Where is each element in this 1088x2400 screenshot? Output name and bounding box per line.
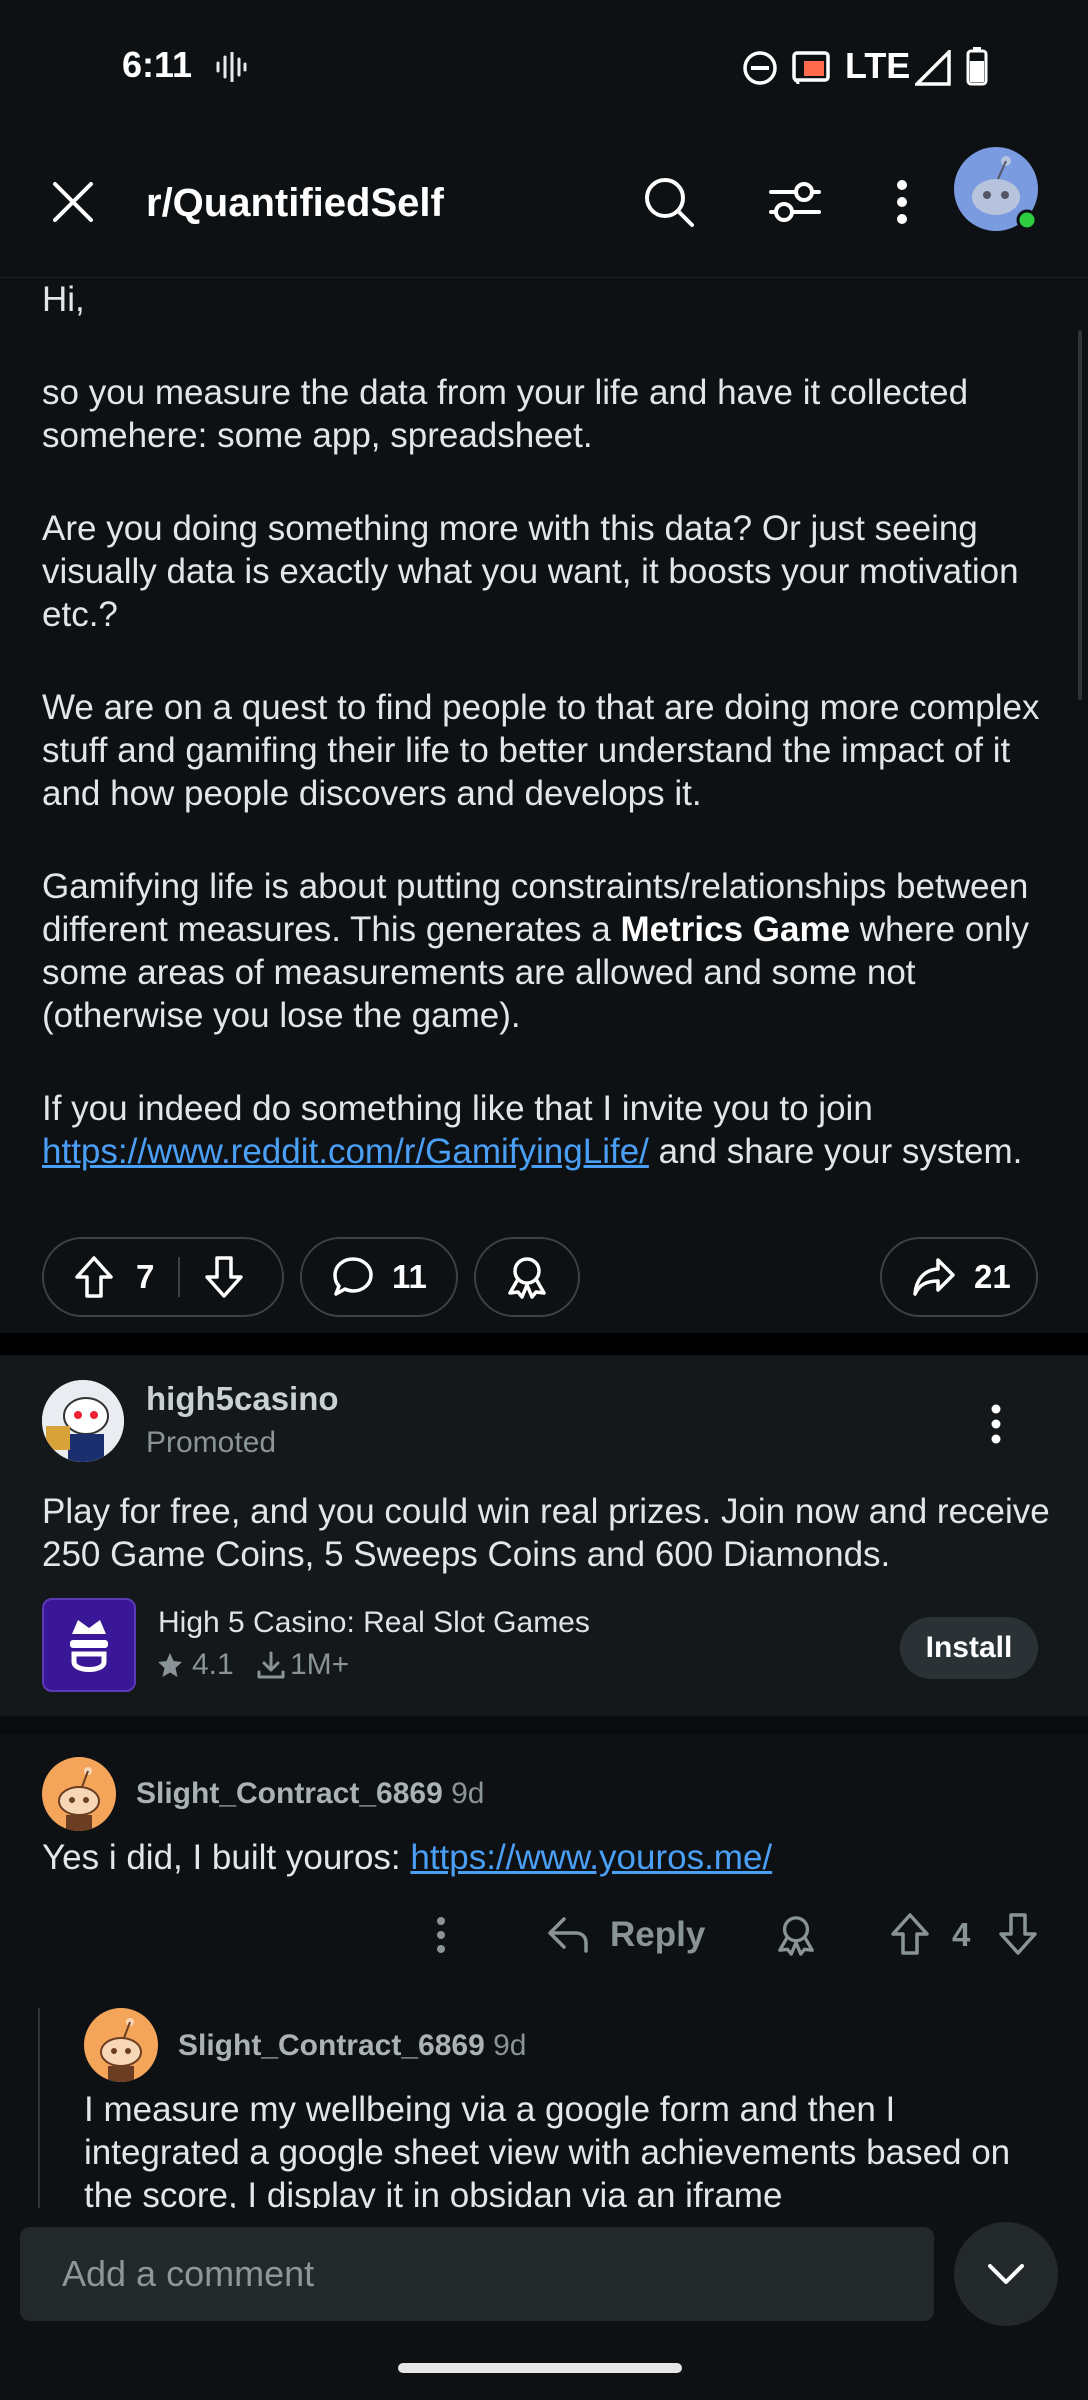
casino-crown-icon [70,1620,108,1672]
text-span: Yes i did, I built youros: [42,1838,411,1877]
download-icon [257,1651,285,1679]
reply-arrow-icon [548,1917,588,1953]
cast-icon [792,51,830,85]
overflow-menu-button[interactable] [880,169,924,235]
share-button[interactable]: 21 [880,1237,1038,1317]
username-text[interactable]: Slight_Contract_6869 [178,2029,485,2062]
battery-icon [966,47,988,86]
ad-overflow-button[interactable] [978,1394,1014,1454]
award-button[interactable] [474,1237,580,1317]
close-button[interactable] [40,169,106,235]
app-downloads: 1M+ [290,1648,350,1681]
post-paragraph: Gamifying life is about putting constrai… [42,865,1052,1037]
username-text[interactable]: Slight_Contract_6869 [136,1777,443,1810]
filter-icon [769,182,821,222]
add-comment-input[interactable]: Add a comment [20,2227,934,2321]
comment-text: I measure my wellbeing via a google form… [84,2090,1011,2210]
text-span: If you indeed do something like that I i… [42,1089,873,1128]
share-icon [913,1258,955,1296]
chevron-down-icon [988,2264,1024,2284]
award-icon [778,1916,814,1956]
comment-bubble-icon [333,1257,373,1296]
comment-upvote-icon[interactable] [890,1912,930,1956]
reply-button[interactable]: Reply [546,1910,705,1960]
section-divider [0,1333,1088,1355]
user-avatar[interactable] [954,147,1038,231]
comment-username[interactable]: Slight_Contract_6869 9d [136,1777,485,1811]
snoo-avatar-icon [100,2018,142,2082]
comments-button[interactable]: 11 [300,1237,458,1317]
snoo-avatar-icon [58,1767,100,1831]
app-icon[interactable] [42,1598,136,1692]
comment-avatar[interactable] [42,1757,116,1831]
comment-age: 9d [493,2029,527,2062]
scroll-down-button[interactable] [954,2222,1058,2326]
post-paragraph: We are on a quest to find people to that… [42,688,1040,813]
ad-text: Play for free, and you could win real pr… [42,1492,1050,1574]
comment-username[interactable]: Slight_Contract_6869 9d [178,2029,527,2063]
text-span: and share your system. [648,1132,1023,1171]
network-type: LTE [845,45,911,86]
comment-downvote-icon[interactable] [998,1912,1038,1956]
snoo-mascot-icon [42,1380,124,1462]
more-vertical-icon [897,180,907,224]
downvote-icon[interactable] [204,1255,244,1299]
sort-filter-button[interactable] [762,169,828,235]
gamifying-life-link[interactable]: https://www.reddit.com/r/GamifyingLife/ [42,1132,649,1171]
app-name[interactable]: High 5 Casino: Real Slot Games [158,1606,590,1640]
comment-vote-count: 4 [952,1916,971,1953]
advertiser-name[interactable]: high5casino [146,1380,339,1418]
post-paragraph: so you measure the data from your life a… [42,373,969,455]
scrollbar[interactable] [1078,330,1082,700]
youros-link[interactable]: https://www.youros.me/ [410,1838,772,1877]
comment-avatar[interactable] [84,2008,158,2082]
comment-count: 11 [392,1258,427,1295]
thread-line [38,2008,40,2208]
post-paragraph: Are you doing something more with this d… [42,509,1019,634]
signal-icon [915,50,951,86]
subreddit-title[interactable]: r/QuantifiedSelf [146,181,444,226]
section-divider [0,1716,1088,1734]
promoted-label: Promoted [146,1426,277,1459]
comment-age: 9d [451,1777,485,1810]
comment-text: Yes i did, I built youros: https://www.y… [42,1836,1052,1879]
comment-award-button[interactable] [772,1910,820,1960]
upvote-icon[interactable] [74,1255,114,1299]
share-count: 21 [974,1258,1011,1295]
advertiser-avatar[interactable] [42,1380,124,1462]
vote-pill: 7 [42,1237,284,1317]
do-not-disturb-icon [743,51,777,85]
close-icon [53,182,93,222]
post-greeting: Hi, [42,280,85,319]
star-icon [158,1653,182,1677]
app-rating: 4.1 [192,1648,234,1681]
search-button[interactable] [636,169,702,235]
status-bar: 6:11 LTE [0,0,1088,135]
reply-label: Reply [610,1915,706,1954]
more-vertical-icon [991,1404,1001,1444]
status-time: 6:11 [122,44,193,85]
home-indicator[interactable] [398,2363,682,2373]
more-vertical-icon [437,1917,445,1953]
voice-wave-icon [216,52,247,82]
install-button[interactable]: Install [900,1617,1038,1679]
award-icon [508,1257,546,1299]
post-vote-count: 7 [136,1258,155,1295]
snoo-avatar-icon [954,147,1038,231]
post-body: Hi, so you measure the data from your li… [42,278,1052,1223]
post-paragraph: If you indeed do something like that I i… [42,1087,1052,1173]
metrics-game-bold: Metrics Game [620,910,851,949]
app-bar: r/QuantifiedSelf [0,135,1088,278]
comment-overflow-button[interactable] [426,1910,456,1960]
vote-divider [178,1257,181,1297]
composer-placeholder: Add a comment [62,2253,315,2294]
search-icon [645,178,694,227]
